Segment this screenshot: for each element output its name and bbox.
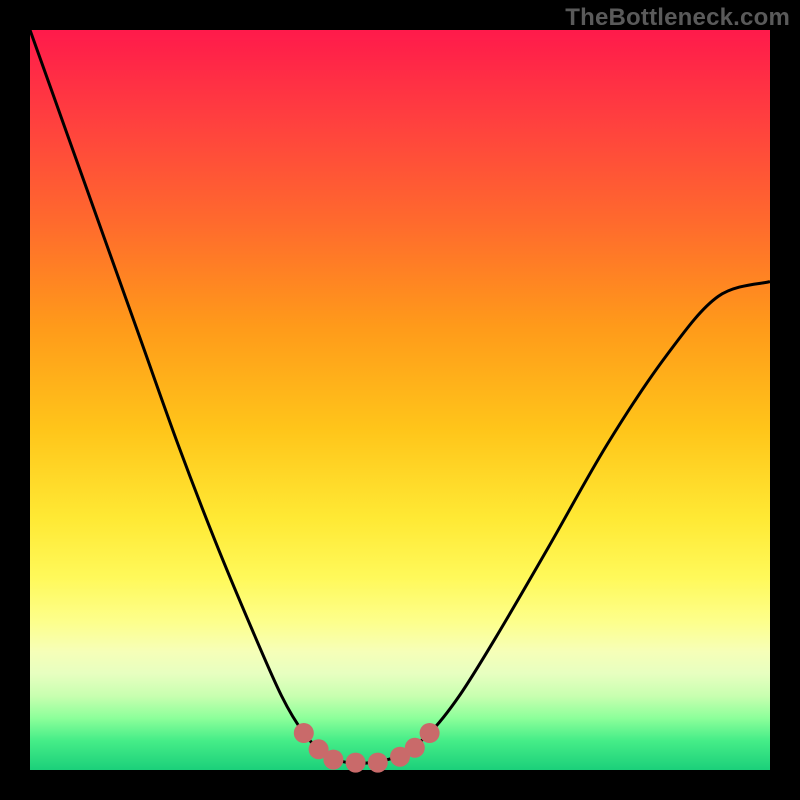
- bottleneck-curve-path: [30, 30, 770, 764]
- bottleneck-chart: [30, 30, 770, 770]
- valley-marker-group: [294, 723, 440, 773]
- valley-marker: [294, 723, 314, 743]
- valley-marker: [420, 723, 440, 743]
- valley-marker: [346, 753, 366, 773]
- credit-text: TheBottleneck.com: [565, 4, 790, 32]
- valley-marker: [368, 753, 388, 773]
- valley-marker: [405, 738, 425, 758]
- outer-frame: TheBottleneck.com: [0, 0, 800, 800]
- valley-marker: [323, 750, 343, 770]
- plot-area: [30, 30, 770, 770]
